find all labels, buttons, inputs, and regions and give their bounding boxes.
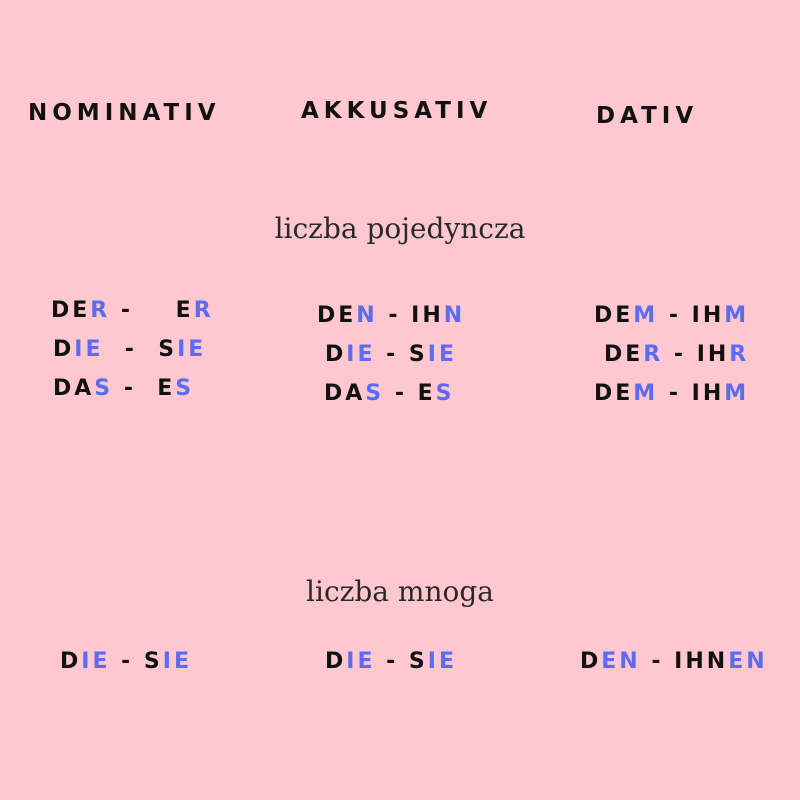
word-segment: DA [53,376,95,401]
word-segment: DE [594,381,634,406]
singular-nominativ-der: DER - ER [51,298,214,323]
word-segment: DA [324,381,366,406]
ending-highlight: IE [346,649,376,674]
ending-highlight: M [724,381,750,406]
ending-highlight: EN [601,649,641,674]
singular-dativ-dem-neuter: DEM - IHM [594,381,749,406]
word-segment: - E [384,381,436,406]
plural-akkusativ-die: DIE - SIE [325,649,457,674]
ending-highlight: S [175,376,195,401]
word-segment: - S [375,649,428,674]
header-akkusativ: AKKUSATIV [301,98,493,124]
singular-akkusativ-das: DAS - ES [324,381,455,406]
word-segment: D [325,649,347,674]
singular-akkusativ-die: DIE - SIE [325,342,457,367]
word-segment: D [53,337,75,362]
word-segment: D [580,649,602,674]
word-segment: - E [113,376,176,401]
plural-dativ-den: DEN - IHNEN [580,649,768,674]
word-segment: D [325,342,347,367]
ending-highlight: IE [427,649,457,674]
ending-highlight: M [724,303,750,328]
word-segment: - IH [377,303,444,328]
header-dativ: DATIV [596,103,699,129]
singular-dativ-dem: DEM - IHM [594,303,749,328]
header-nominativ: NOMINATIV [28,100,221,126]
ending-highlight: EN [728,649,768,674]
ending-highlight: M [633,381,659,406]
ending-highlight: N [356,303,378,328]
word-segment: - IH [658,381,725,406]
ending-highlight: R [193,298,214,323]
section-title-singular: liczba pojedyncza [274,212,526,245]
ending-highlight: IE [162,649,192,674]
ending-highlight: IE [74,337,104,362]
word-segment: - S [110,649,163,674]
word-segment: DE [594,303,634,328]
singular-nominativ-die: DIE - SIE [53,337,206,362]
word-segment: - S [375,342,428,367]
word-segment: DE [604,342,644,367]
word-segment: - IH [658,303,725,328]
ending-highlight: IE [81,649,111,674]
section-title-plural: liczba mnoga [306,575,494,608]
word-segment: D [60,649,82,674]
plural-nominativ-die: DIE - SIE [60,649,192,674]
ending-highlight: R [729,342,750,367]
word-segment: - IH [663,342,730,367]
ending-highlight: M [633,303,659,328]
ending-highlight: R [643,342,664,367]
ending-highlight: S [365,381,385,406]
singular-akkusativ-den: DEN - IHN [317,303,465,328]
ending-highlight: IE [177,337,207,362]
singular-dativ-der: DER - IHR [604,342,749,367]
ending-highlight: IE [346,342,376,367]
word-segment: DE [51,298,91,323]
ending-highlight: IE [427,342,457,367]
word-segment: DE [317,303,357,328]
word-segment: - S [103,337,178,362]
word-segment: - E [110,298,194,323]
word-segment: - IHN [640,649,729,674]
ending-highlight: S [435,381,455,406]
ending-highlight: R [90,298,111,323]
ending-highlight: N [443,303,466,328]
singular-nominativ-das: DAS - ES [53,376,194,401]
ending-highlight: S [94,376,114,401]
